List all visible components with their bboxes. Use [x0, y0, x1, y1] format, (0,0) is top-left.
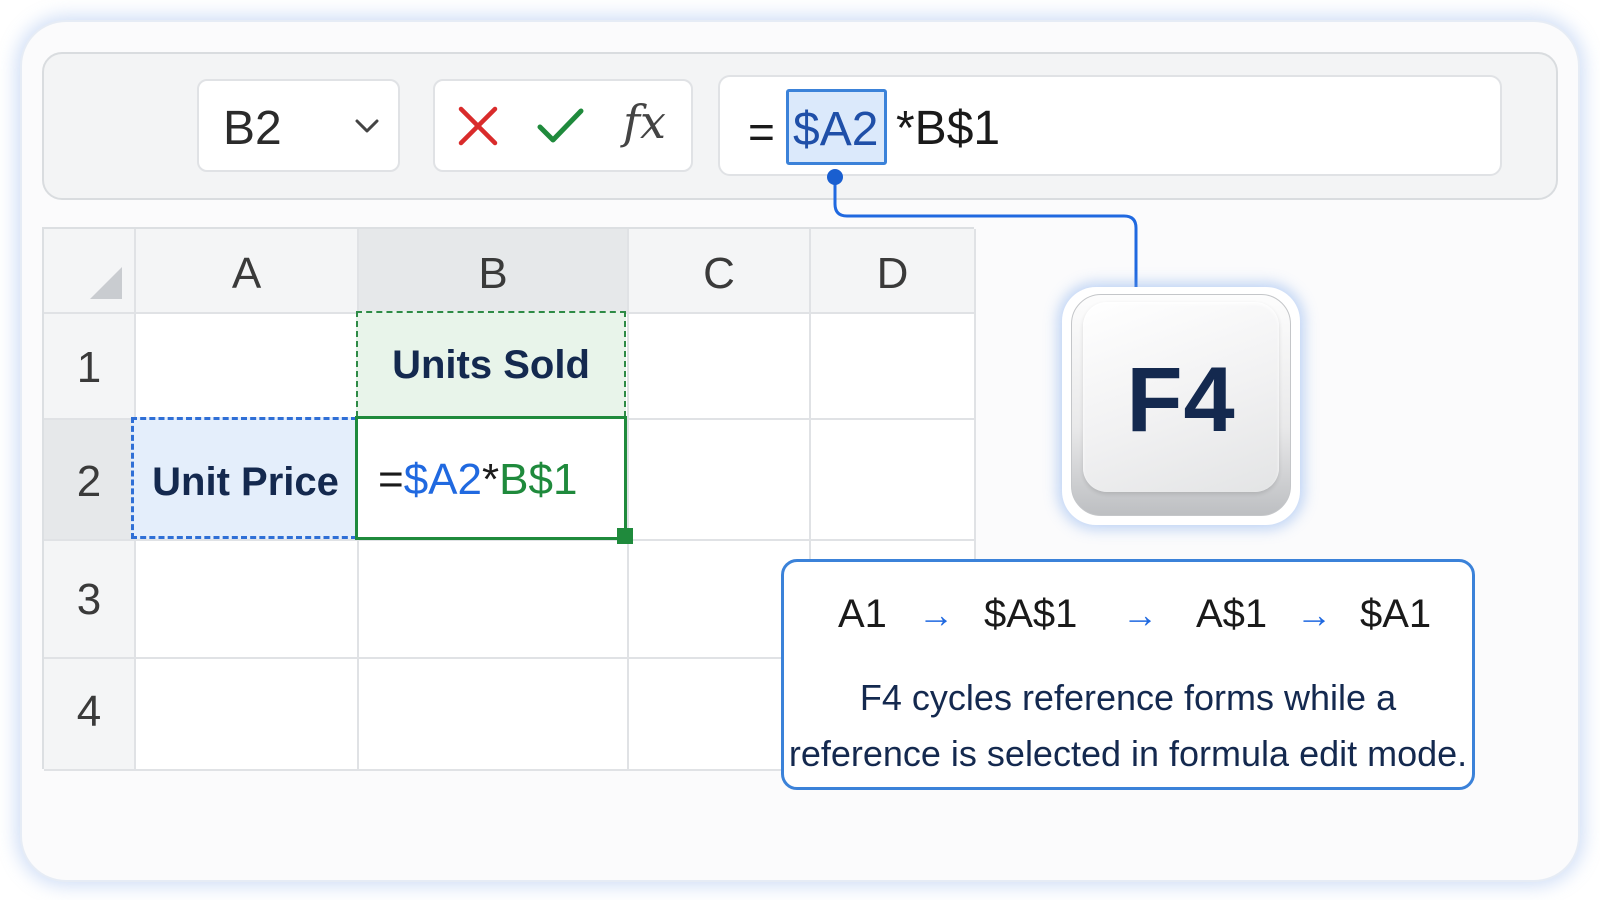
formula-input[interactable]: = $A2 *B$1 [718, 75, 1502, 176]
cancel-icon[interactable] [453, 101, 503, 151]
cycle-form-1: A1 [838, 592, 887, 636]
row-header-2[interactable]: 2 [44, 457, 134, 507]
reference-cycle: A1 → $A$1 → A$1 → $A1 [784, 592, 1472, 642]
reference-a2: $A2 [403, 455, 482, 504]
column-header-a[interactable]: A [136, 249, 357, 299]
row-header-3[interactable]: 3 [44, 575, 134, 625]
name-box[interactable]: B2 [197, 79, 400, 172]
formula-equals: = [748, 106, 775, 158]
insert-function-button[interactable]: fx [623, 95, 666, 149]
info-callout: A1 → $A$1 → A$1 → $A1 F4 cycles referenc… [781, 559, 1475, 790]
f4-key-top: F4 [1083, 302, 1279, 492]
cell-b1[interactable]: Units Sold [356, 311, 626, 417]
multiply-operator: * [482, 455, 500, 504]
info-line-2: reference is selected in formula edit mo… [788, 733, 1468, 774]
column-header-b[interactable]: B [359, 249, 627, 299]
row-header-1[interactable]: 1 [44, 343, 134, 393]
info-description: F4 cycles reference forms while a refere… [784, 670, 1472, 782]
formula-remainder: *B$1 [896, 102, 1001, 155]
arrow-right-icon: → [1122, 594, 1158, 635]
cell-b1-text: Units Sold [392, 343, 590, 387]
fill-handle[interactable] [617, 528, 633, 544]
checkmark-icon[interactable] [535, 101, 585, 151]
arrow-right-icon: → [918, 594, 954, 635]
selected-reference-text: $A2 [793, 103, 879, 156]
name-box-value: B2 [223, 102, 282, 155]
select-all-corner[interactable] [90, 267, 122, 299]
formula-buttons: fx [433, 79, 693, 172]
cell-a2[interactable]: Unit Price [131, 417, 357, 539]
cell-a2-text: Unit Price [152, 460, 339, 504]
cell-b2-formula: =$A2*B$1 [378, 455, 577, 505]
reference-b1: B$1 [499, 455, 578, 504]
selected-reference[interactable]: $A2 [786, 89, 887, 165]
info-line-1: F4 cycles reference forms while a [859, 677, 1397, 718]
formula-equals: = [378, 455, 404, 504]
cell-b2-active[interactable]: =$A2*B$1 [355, 416, 627, 540]
arrow-right-icon: → [1296, 594, 1332, 635]
column-header-c[interactable]: C [629, 249, 809, 299]
row-header-4[interactable]: 4 [44, 687, 134, 737]
cycle-form-4: $A1 [1360, 592, 1432, 636]
column-header-d[interactable]: D [811, 249, 974, 299]
cycle-form-3: A$1 [1196, 592, 1268, 636]
chevron-down-icon[interactable] [352, 111, 382, 141]
cycle-form-2: $A$1 [984, 592, 1078, 636]
f4-key-label: F4 [1126, 349, 1236, 451]
